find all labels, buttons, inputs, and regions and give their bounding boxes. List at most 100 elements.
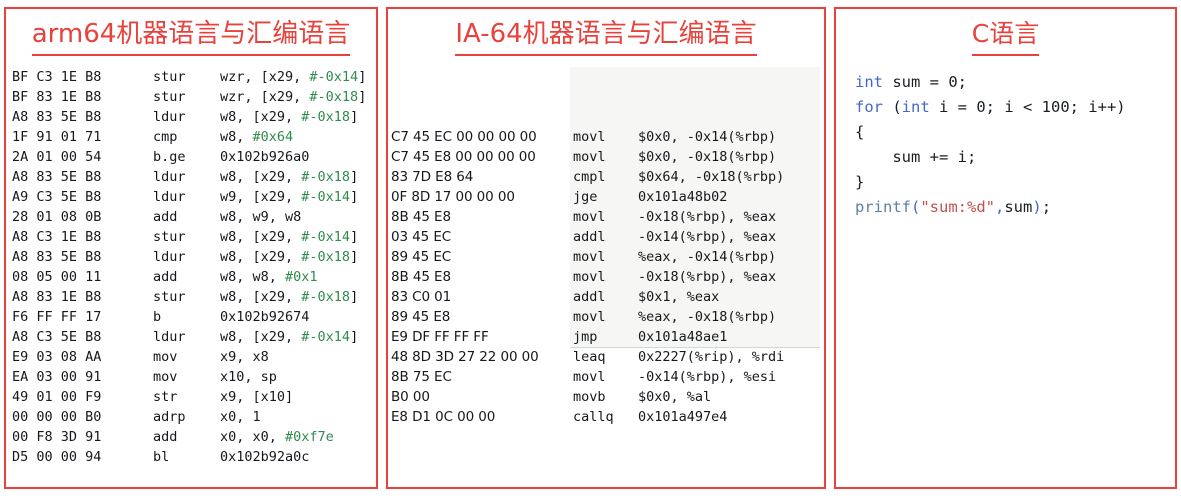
asm-immediate-value: #-0x18: [301, 169, 351, 185]
asm-operands: -0x14(%rbp), %esi: [638, 369, 777, 385]
asm-line: E8 D1 0C 00 00 callq 0x101a497e4: [391, 407, 824, 427]
asm-line: A9 C3 5E B8 ldur w9, [x29, #-0x14]: [12, 187, 376, 207]
asm-operands: %eax, -0x18(%rbp): [638, 309, 777, 325]
asm-mnemonic: mov: [153, 349, 178, 365]
asm-line: E9 DF FF FF FF jmp 0x101a48ae1: [391, 327, 824, 347]
asm-operands: $0x0, -0x18(%rbp): [638, 149, 777, 165]
asm-machine-code: A9 C3 5E B8: [12, 189, 102, 205]
asm-line: BF C3 1E B8 stur wzr, [x29, #-0x14]: [12, 67, 376, 87]
asm-operands: w8, #0x64: [220, 129, 294, 145]
asm-machine-code: A8 83 5E B8: [12, 169, 102, 185]
asm-machine-code: 83 7D E8 64: [391, 169, 474, 185]
panel-arm64-title: arm64机器语言与汇编语言: [6, 17, 376, 56]
asm-machine-code: 8B 75 EC: [391, 369, 452, 385]
asm-operands: w8, [x29, #-0x18]: [220, 169, 359, 185]
asm-line: 89 45 EC movl %eax, -0x14(%rbp): [391, 247, 824, 267]
asm-machine-code: BF C3 1E B8: [12, 69, 102, 85]
asm-operands: 0x101a48b02: [638, 189, 728, 205]
asm-mnemonic: bl: [153, 449, 170, 465]
asm-line: 83 C0 01 addl $0x1, %eax: [391, 287, 824, 307]
asm-machine-code: 1F 91 01 71: [12, 129, 102, 145]
asm-operands: $0x1, %eax: [638, 289, 720, 305]
asm-machine-code: B0 00: [391, 389, 430, 405]
asm-line: 0F 8D 17 00 00 00 jge 0x101a48b02: [391, 187, 824, 207]
asm-operands: %eax, -0x14(%rbp): [638, 249, 777, 265]
asm-operands: -0x14(%rbp), %eax: [638, 229, 777, 245]
asm-machine-code: D5 00 00 94: [12, 449, 102, 465]
asm-mnemonic: movl: [573, 209, 606, 225]
asm-immediate-value: #0x64: [252, 129, 294, 145]
asm-mnemonic: cmpl: [573, 169, 606, 185]
asm-line: B0 00 movb $0x0, %al: [391, 387, 824, 407]
asm-machine-code: E9 03 08 AA: [12, 349, 102, 365]
asm-mnemonic: movl: [573, 129, 606, 145]
asm-operands: w8, [x29, #-0x18]: [220, 249, 359, 265]
c-source-line: }: [855, 173, 865, 191]
c-source-line: printf("sum:%d",sum);: [855, 198, 1052, 216]
asm-mnemonic: ldur: [153, 189, 186, 205]
asm-operands: 0x2227(%rip), %rdi: [638, 349, 785, 365]
panel-ia64-title: IA-64机器语言与汇编语言: [388, 17, 824, 56]
asm-operands: -0x18(%rbp), %eax: [638, 209, 777, 225]
asm-mnemonic: mov: [153, 369, 178, 385]
asm-machine-code: 0F 8D 17 00 00 00: [391, 189, 515, 205]
asm-mnemonic: cmp: [153, 129, 178, 145]
asm-operands: 0x102b92a0c: [220, 449, 310, 465]
asm-operands: x0, x0, #0xf7e: [220, 429, 334, 445]
asm-operands: wzr, [x29, #-0x14]: [220, 69, 367, 85]
asm-mnemonic: movl: [573, 269, 606, 285]
asm-mnemonic: adrp: [153, 409, 186, 425]
c-keyword: int: [855, 73, 883, 91]
asm-machine-code: EA 03 00 91: [12, 369, 102, 385]
panel-arm64: arm64机器语言与汇编语言 BF C3 1E B8 stur wzr, [x29,…: [4, 7, 378, 489]
asm-mnemonic: movl: [573, 369, 606, 385]
asm-machine-code: C7 45 E8 00 00 00 00: [391, 149, 536, 165]
c-function-name: printf: [855, 198, 911, 216]
asm-operands: -0x18(%rbp), %eax: [638, 269, 777, 285]
asm-operands: 0x101a497e4: [638, 409, 728, 425]
asm-mnemonic: addl: [573, 289, 606, 305]
asm-machine-code: 03 45 EC: [391, 229, 452, 245]
asm-mnemonic: b.ge: [153, 149, 186, 165]
asm-operands: w8, [x29, #-0x18]: [220, 109, 359, 125]
asm-machine-code: A8 83 5E B8: [12, 249, 102, 265]
asm-machine-code: E9 DF FF FF FF: [391, 329, 489, 345]
asm-line: 28 01 08 0B add w8, w9, w8: [12, 207, 376, 227]
c-keyword: int: [901, 98, 930, 116]
asm-mnemonic: movb: [573, 389, 606, 405]
asm-mnemonic: ldur: [153, 249, 186, 265]
panel-arm64-title-text: arm64机器语言与汇编语言: [31, 17, 351, 56]
panel-ia64: IA-64机器语言与汇编语言 C7 45 EC 00 00 00 00 movl $…: [386, 7, 826, 489]
asm-line: 2A 01 00 54 b.ge 0x102b926a0: [12, 147, 376, 167]
asm-line: C7 45 EC 00 00 00 00 movl $0x0, -0x14(%rbp…: [391, 127, 824, 147]
asm-mnemonic: add: [153, 269, 178, 285]
asm-machine-code: C7 45 EC 00 00 00 00: [391, 129, 537, 145]
asm-mnemonic: jge: [573, 189, 598, 205]
asm-line: A8 C3 5E B8 ldur w8, [x29, #-0x14]: [12, 327, 376, 347]
panel-c: C语言 int sum = 0; for (int i = 0; i < 100;…: [834, 7, 1177, 489]
asm-immediate-value: #-0x14: [309, 69, 359, 85]
asm-line: A8 83 5E B8 ldur w8, [x29, #-0x18]: [12, 107, 376, 127]
panel-ia64-title-text: IA-64机器语言与汇编语言: [455, 17, 757, 56]
asm-mnemonic: b: [153, 309, 162, 325]
asm-mnemonic: stur: [153, 69, 186, 85]
asm-line: 49 01 00 F9 str x9, [x10]: [12, 387, 376, 407]
asm-operands: w8, [x29, #-0x14]: [220, 229, 359, 245]
asm-machine-code: A8 C3 1E B8: [12, 229, 102, 245]
asm-immediate-value: #0x1: [285, 269, 318, 285]
asm-line: EA 03 00 91 mov x10, sp: [12, 367, 376, 387]
asm-line: 03 45 EC addl -0x14(%rbp), %eax: [391, 227, 824, 247]
asm-line: A8 C3 1E B8 stur w8, [x29, #-0x14]: [12, 227, 376, 247]
panel-c-title: C语言: [836, 17, 1175, 56]
asm-machine-code: 2A 01 00 54: [12, 149, 102, 165]
asm-mnemonic: ldur: [153, 329, 186, 345]
asm-line: C7 45 E8 00 00 00 00 movl $0x0, -0x18(%rbp…: [391, 147, 824, 167]
asm-operands: w9, [x29, #-0x14]: [220, 189, 359, 205]
asm-machine-code: 00 F8 3D 91: [12, 429, 102, 445]
asm-mnemonic: callq: [573, 409, 614, 425]
asm-line: A8 83 5E B8 ldur w8, [x29, #-0x18]: [12, 247, 376, 267]
asm-mnemonic: movl: [573, 309, 606, 325]
asm-operands: x10, sp: [220, 369, 277, 385]
asm-operands: w8, w8, #0x1: [220, 269, 318, 285]
asm-immediate-value: #-0x14: [301, 189, 351, 205]
